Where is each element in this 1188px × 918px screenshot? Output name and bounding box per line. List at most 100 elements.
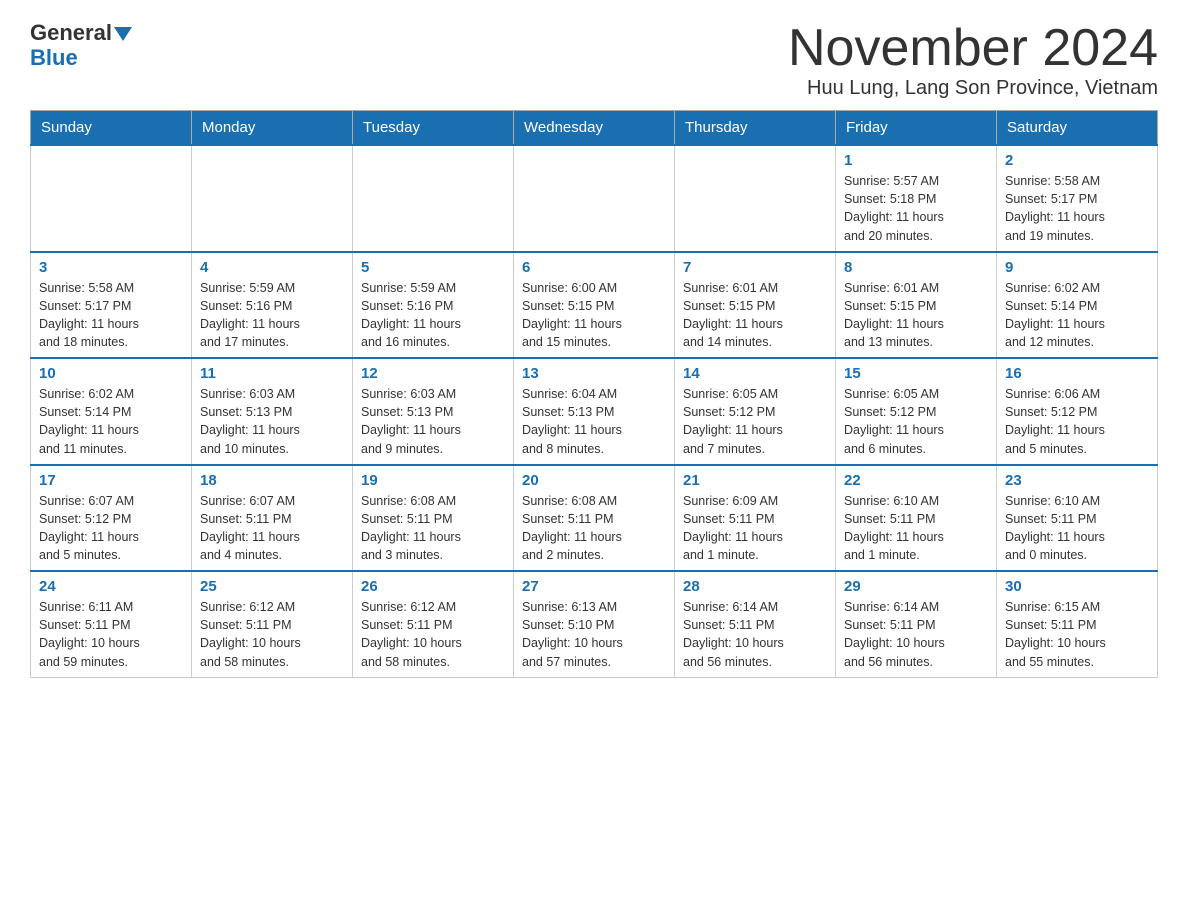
day-number: 13 [522, 365, 666, 382]
calendar-cell: 5 Sunrise: 5:59 AMSunset: 5:16 PMDaylight… [353, 252, 514, 359]
calendar-cell: 24 Sunrise: 6:11 AMSunset: 5:11 PMDayligh… [31, 571, 192, 677]
day-info: Sunrise: 5:59 AMSunset: 5:16 PMDaylight:… [200, 279, 344, 352]
day-number: 5 [361, 259, 505, 276]
calendar-cell: 4Sunrise: 5:59 AMSunset: 5:16 PMDaylight… [192, 252, 353, 359]
day-header-wednesday: Wednesday [514, 111, 675, 146]
day-number: 9 [1005, 259, 1149, 276]
calendar-cell: 28 Sunrise: 6:14 AMSunset: 5:11 PMDayligh… [675, 571, 836, 677]
calendar-cell [353, 145, 514, 252]
day-info: Sunrise: 6:00 AMSunset: 5:15 PMDaylight:… [522, 279, 666, 352]
day-number: 19 [361, 472, 505, 489]
day-info: Sunrise: 6:11 AMSunset: 5:11 PMDaylight:… [39, 598, 183, 671]
calendar-cell: 21 Sunrise: 6:09 AMSunset: 5:11 PMDayligh… [675, 465, 836, 572]
day-number: 23 [1005, 472, 1149, 489]
day-info: Sunrise: 6:12 AMSunset: 5:11 PMDaylight:… [200, 598, 344, 671]
calendar-table: SundayMondayTuesdayWednesdayThursdayFrid… [30, 110, 1158, 678]
calendar-cell: 10 Sunrise: 6:02 AMSunset: 5:14 PMDayligh… [31, 358, 192, 465]
day-header-sunday: Sunday [31, 111, 192, 146]
week-row-3: 10 Sunrise: 6:02 AMSunset: 5:14 PMDayligh… [31, 358, 1158, 465]
day-number: 17 [39, 472, 183, 489]
day-info: Sunrise: 5:57 AMSunset: 5:18 PMDaylight:… [844, 172, 988, 245]
calendar-cell: 7 Sunrise: 6:01 AMSunset: 5:15 PMDaylight… [675, 252, 836, 359]
day-info: Sunrise: 6:04 AMSunset: 5:13 PMDaylight:… [522, 385, 666, 458]
day-number: 3 [39, 259, 183, 276]
day-number: 27 [522, 578, 666, 595]
calendar-cell: 16 Sunrise: 6:06 AMSunset: 5:12 PMDayligh… [997, 358, 1158, 465]
day-info: Sunrise: 6:07 AMSunset: 5:12 PMDaylight:… [39, 492, 183, 565]
week-row-1: 1 Sunrise: 5:57 AMSunset: 5:18 PMDaylight… [31, 145, 1158, 252]
day-header-friday: Friday [836, 111, 997, 146]
day-number: 18 [200, 472, 344, 489]
calendar-header-row: SundayMondayTuesdayWednesdayThursdayFrid… [31, 111, 1158, 146]
calendar-cell: 2 Sunrise: 5:58 AMSunset: 5:17 PMDaylight… [997, 145, 1158, 252]
day-info: Sunrise: 6:03 AMSunset: 5:13 PMDaylight:… [361, 385, 505, 458]
calendar-cell: 18 Sunrise: 6:07 AMSunset: 5:11 PMDayligh… [192, 465, 353, 572]
calendar-cell: 27 Sunrise: 6:13 AMSunset: 5:10 PMDayligh… [514, 571, 675, 677]
day-number: 21 [683, 472, 827, 489]
day-header-tuesday: Tuesday [353, 111, 514, 146]
day-info: Sunrise: 6:01 AMSunset: 5:15 PMDaylight:… [844, 279, 988, 352]
day-info: Sunrise: 6:05 AMSunset: 5:12 PMDaylight:… [683, 385, 827, 458]
calendar-cell: 9 Sunrise: 6:02 AMSunset: 5:14 PMDaylight… [997, 252, 1158, 359]
day-info: Sunrise: 6:03 AMSunset: 5:13 PMDaylight:… [200, 385, 344, 458]
day-info: Sunrise: 6:14 AMSunset: 5:11 PMDaylight:… [683, 598, 827, 671]
day-info: Sunrise: 6:06 AMSunset: 5:12 PMDaylight:… [1005, 385, 1149, 458]
day-number: 2 [1005, 152, 1149, 169]
day-info: Sunrise: 6:08 AMSunset: 5:11 PMDaylight:… [522, 492, 666, 565]
day-info: Sunrise: 5:59 AMSunset: 5:16 PMDaylight:… [361, 279, 505, 352]
day-info: Sunrise: 6:01 AMSunset: 5:15 PMDaylight:… [683, 279, 827, 352]
day-info: Sunrise: 5:58 AMSunset: 5:17 PMDaylight:… [39, 279, 183, 352]
day-info: Sunrise: 6:09 AMSunset: 5:11 PMDaylight:… [683, 492, 827, 565]
day-number: 15 [844, 365, 988, 382]
day-number: 24 [39, 578, 183, 595]
calendar-cell: 13 Sunrise: 6:04 AMSunset: 5:13 PMDayligh… [514, 358, 675, 465]
subtitle: Huu Lung, Lang Son Province, Vietnam [788, 77, 1158, 100]
day-info: Sunrise: 5:58 AMSunset: 5:17 PMDaylight:… [1005, 172, 1149, 245]
calendar-cell: 8 Sunrise: 6:01 AMSunset: 5:15 PMDaylight… [836, 252, 997, 359]
calendar-cell: 23 Sunrise: 6:10 AMSunset: 5:11 PMDayligh… [997, 465, 1158, 572]
day-number: 10 [39, 365, 183, 382]
day-info: Sunrise: 6:05 AMSunset: 5:12 PMDaylight:… [844, 385, 988, 458]
day-number: 30 [1005, 578, 1149, 595]
day-info: Sunrise: 6:13 AMSunset: 5:10 PMDaylight:… [522, 598, 666, 671]
day-number: 8 [844, 259, 988, 276]
day-info: Sunrise: 6:10 AMSunset: 5:11 PMDaylight:… [1005, 492, 1149, 565]
calendar-cell: 17 Sunrise: 6:07 AMSunset: 5:12 PMDayligh… [31, 465, 192, 572]
calendar-cell: 29Sunrise: 6:14 AMSunset: 5:11 PMDayligh… [836, 571, 997, 677]
day-number: 16 [1005, 365, 1149, 382]
calendar-cell: 14 Sunrise: 6:05 AMSunset: 5:12 PMDayligh… [675, 358, 836, 465]
day-info: Sunrise: 6:07 AMSunset: 5:11 PMDaylight:… [200, 492, 344, 565]
day-number: 7 [683, 259, 827, 276]
day-number: 22 [844, 472, 988, 489]
day-number: 6 [522, 259, 666, 276]
calendar-cell: 12 Sunrise: 6:03 AMSunset: 5:13 PMDayligh… [353, 358, 514, 465]
day-info: Sunrise: 6:14 AMSunset: 5:11 PMDaylight:… [844, 598, 988, 671]
calendar-cell: 22 Sunrise: 6:10 AMSunset: 5:11 PMDayligh… [836, 465, 997, 572]
week-row-4: 17 Sunrise: 6:07 AMSunset: 5:12 PMDayligh… [31, 465, 1158, 572]
calendar-cell: 25Sunrise: 6:12 AMSunset: 5:11 PMDayligh… [192, 571, 353, 677]
calendar-cell: 30 Sunrise: 6:15 AMSunset: 5:11 PMDayligh… [997, 571, 1158, 677]
calendar-cell: 6 Sunrise: 6:00 AMSunset: 5:15 PMDaylight… [514, 252, 675, 359]
day-info: Sunrise: 6:02 AMSunset: 5:14 PMDaylight:… [1005, 279, 1149, 352]
logo: General Blue [30, 20, 132, 71]
logo-text-general: General [30, 20, 112, 45]
calendar-cell: 20Sunrise: 6:08 AMSunset: 5:11 PMDayligh… [514, 465, 675, 572]
logo-text-blue: Blue [30, 45, 78, 70]
day-number: 28 [683, 578, 827, 595]
day-header-saturday: Saturday [997, 111, 1158, 146]
day-header-monday: Monday [192, 111, 353, 146]
day-number: 1 [844, 152, 988, 169]
day-number: 14 [683, 365, 827, 382]
day-header-thursday: Thursday [675, 111, 836, 146]
day-number: 26 [361, 578, 505, 595]
calendar-cell [514, 145, 675, 252]
main-title: November 2024 [788, 20, 1158, 77]
calendar-cell [31, 145, 192, 252]
day-info: Sunrise: 6:10 AMSunset: 5:11 PMDaylight:… [844, 492, 988, 565]
day-info: Sunrise: 6:02 AMSunset: 5:14 PMDaylight:… [39, 385, 183, 458]
week-row-2: 3 Sunrise: 5:58 AMSunset: 5:17 PMDaylight… [31, 252, 1158, 359]
day-info: Sunrise: 6:15 AMSunset: 5:11 PMDaylight:… [1005, 598, 1149, 671]
day-number: 12 [361, 365, 505, 382]
calendar-cell [675, 145, 836, 252]
calendar-cell [192, 145, 353, 252]
